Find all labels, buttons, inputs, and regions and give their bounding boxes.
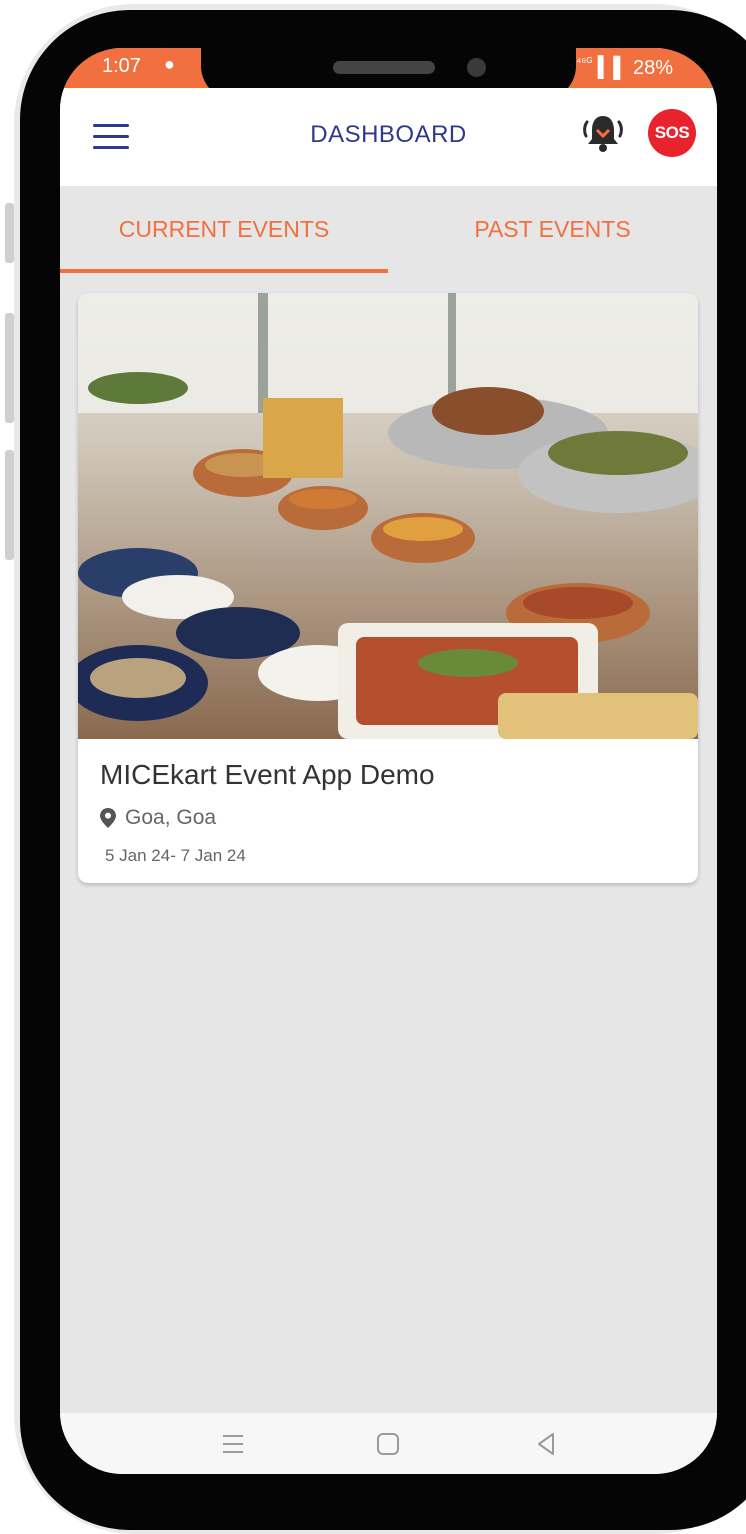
signal-bars-icon: ▍▌ bbox=[597, 57, 628, 79]
front-camera bbox=[467, 58, 486, 77]
phone-side-button bbox=[5, 203, 14, 263]
system-nav-bar bbox=[60, 1413, 717, 1474]
nav-home-icon[interactable] bbox=[373, 1429, 403, 1459]
tab-current-events[interactable]: CURRENT EVENTS bbox=[60, 186, 388, 272]
event-title: MICEkart Event App Demo bbox=[100, 759, 435, 790]
signal-icon: ⁴⁶ᴳ bbox=[576, 55, 593, 69]
speaker-grille bbox=[333, 61, 435, 74]
event-image bbox=[78, 293, 698, 739]
app-screen: 1:07 ● ⁴⁶ᴳ ▍▌ 28% DASHBOARD SOS CURRENT … bbox=[60, 48, 717, 1474]
event-location: Goa, Goa bbox=[100, 806, 216, 830]
battery-level: 28% bbox=[632, 57, 673, 79]
status-time: 1:07 bbox=[102, 55, 141, 77]
event-location-text: Goa, Goa bbox=[125, 806, 217, 829]
active-tab-indicator bbox=[60, 269, 388, 273]
event-card[interactable]: MICEkart Event App Demo Goa, Goa 5 Jan 2… bbox=[78, 293, 698, 883]
tab-past-events[interactable]: PAST EVENTS bbox=[388, 186, 717, 272]
app-header: DASHBOARD SOS bbox=[60, 88, 717, 186]
phone-volume-down-button bbox=[5, 450, 14, 560]
nav-recents-icon[interactable] bbox=[218, 1429, 248, 1459]
nav-back-icon[interactable] bbox=[531, 1429, 561, 1459]
event-dates: 5 Jan 24- 7 Jan 24 bbox=[105, 846, 246, 865]
sos-button[interactable]: SOS bbox=[648, 109, 696, 157]
location-pin-icon bbox=[100, 808, 116, 828]
status-right: ⁴⁶ᴳ ▍▌ 28% bbox=[576, 55, 673, 80]
bell-icon[interactable] bbox=[580, 110, 626, 156]
chat-notification-icon: ● bbox=[164, 54, 175, 74]
phone-volume-up-button bbox=[5, 313, 14, 423]
event-tabs: CURRENT EVENTS PAST EVENTS bbox=[60, 186, 717, 275]
